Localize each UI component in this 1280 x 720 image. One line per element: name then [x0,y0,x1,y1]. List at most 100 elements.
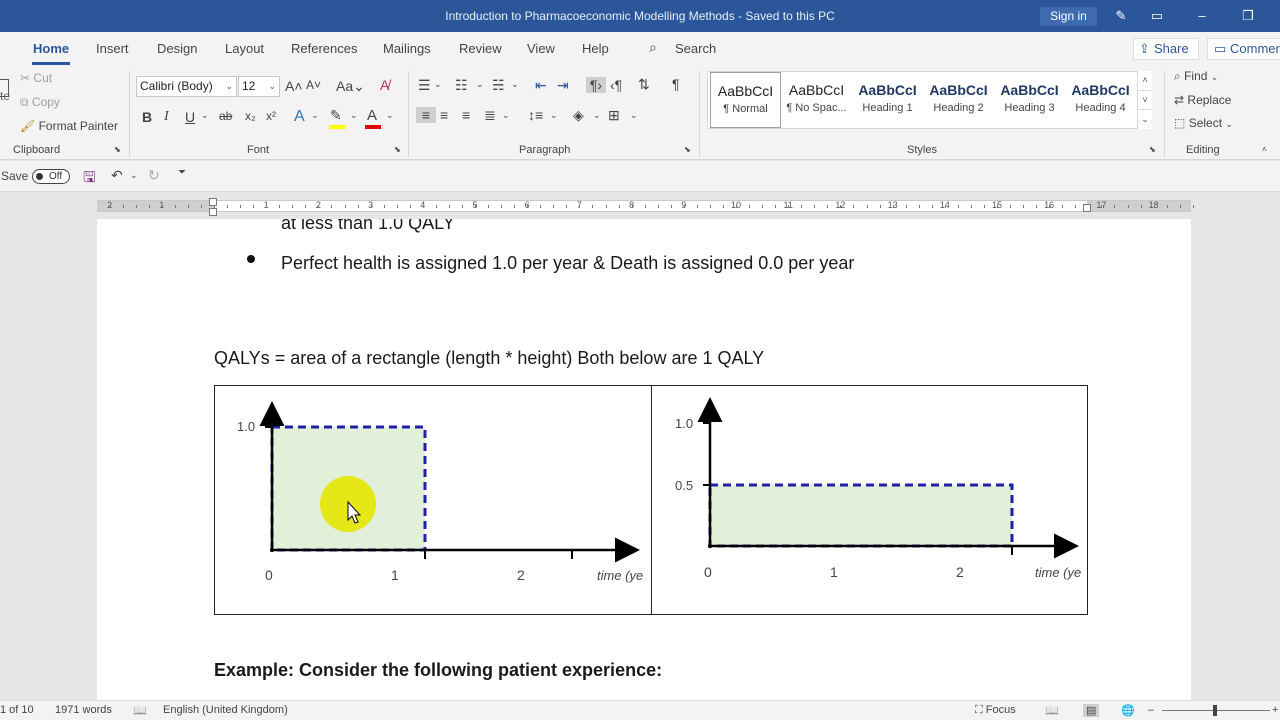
subscript-button[interactable]: x₂ [245,109,256,123]
italic-button[interactable]: I [164,109,169,125]
style-heading-4[interactable]: AaBbCcI Heading 4 [1065,72,1136,128]
customize-qat-icon[interactable]: ⏷ [178,167,186,178]
style-no-spacing[interactable]: AaBbCcI ¶ No Spac... [781,72,852,128]
underline-button[interactable]: U [185,109,195,125]
share-button[interactable]: ⇪ Share [1133,38,1199,60]
bold-button[interactable]: B [142,109,152,125]
zoom-in-icon[interactable]: + [1272,704,1278,716]
multilevel-list-icon[interactable]: ☵ [492,77,505,94]
format-painter-button[interactable]: 🖌 Format Painter [20,119,118,133]
decrease-indent-icon[interactable]: ⇤ [535,77,547,94]
chevron-down-icon[interactable]: ⌄ [476,79,484,90]
strikethrough-button[interactable]: ab [219,109,232,123]
language-indicator[interactable]: English (United Kingdom) [163,704,288,716]
search-box[interactable]: Search [675,41,716,56]
chevron-down-icon[interactable]: ⌄ [434,79,442,90]
minimize-icon[interactable]: – [1192,6,1212,26]
save-icon[interactable]: 🖫 [83,167,96,192]
chevron-down-icon[interactable]: ⌄ [502,110,510,121]
grow-font-icon[interactable]: A˄ [285,78,303,94]
styles-launcher-icon[interactable]: ⬊ [1149,145,1156,154]
qaly-figure-table[interactable]: 1.0 0 1 2 time (ye 1.0 0.5 0 1 2 time (y… [214,385,1088,615]
font-launcher-icon[interactable]: ⬊ [394,145,401,154]
tab-help[interactable]: Help [582,41,609,56]
replace-button[interactable]: ⇄ Replace [1174,93,1231,107]
show-formatting-icon[interactable]: ¶ [672,76,680,92]
comments-button[interactable]: ▭ Commer [1207,38,1280,60]
tab-references[interactable]: References [291,41,357,56]
select-button[interactable]: ⬚ Select ⌄ [1174,116,1233,130]
sort-icon[interactable]: ⇅ [638,76,650,93]
chevron-down-icon[interactable]: ⌄ [386,110,394,121]
style-normal[interactable]: AaBbCcI ¶ Normal [710,72,781,128]
line-spacing-icon[interactable]: ↕≡ [528,107,543,123]
chevron-down-icon[interactable]: ⌄ [511,79,519,90]
more-styles-icon[interactable]: ⌄ [1138,109,1152,127]
borders-icon[interactable]: ⊞ [608,107,620,124]
font-name-select[interactable]: Calibri (Body) ⌄ [136,76,237,97]
tab-mailings[interactable]: Mailings [383,41,431,56]
highlight-icon[interactable]: ✎ [330,107,342,124]
focus-button[interactable]: ⛶ Focus [975,704,1016,717]
tab-insert[interactable]: Insert [96,41,129,56]
hanging-indent-marker[interactable] [209,208,217,216]
align-left-button[interactable]: ≡ [416,107,436,123]
shading-icon[interactable]: ◈ [573,107,584,124]
chevron-down-icon[interactable]: ⌄ [593,110,601,121]
tab-review[interactable]: Review [459,41,502,56]
chevron-down-icon[interactable]: ⌄ [350,110,358,121]
ltr-text-icon[interactable]: ¶› [586,77,606,93]
tab-design[interactable]: Design [157,41,197,56]
coauthor-icon[interactable]: ✎ [1111,6,1131,26]
copy-button[interactable]: ⧉ Copy [20,95,60,110]
change-case-icon[interactable]: Aa⌄ [336,78,365,95]
justify-button[interactable]: ≣ [484,107,496,124]
restore-icon[interactable]: ❐ [1238,6,1258,26]
rtl-text-icon[interactable]: ‹¶ [610,77,622,93]
zoom-slider-thumb[interactable] [1213,705,1217,716]
text-effects-icon[interactable]: A [294,108,305,126]
styles-gallery-scroll[interactable]: ˄ ˅ ⌄ [1137,71,1152,129]
page-count[interactable]: 1 of 10 [0,704,34,716]
align-right-button[interactable]: ≡ [462,107,470,123]
paste-icon[interactable] [0,79,9,97]
tab-view[interactable]: View [527,41,555,56]
chevron-down-icon[interactable]: ˅ [1138,90,1152,109]
tab-layout[interactable]: Layout [225,41,264,56]
chevron-down-icon[interactable]: ⌄ [201,110,209,121]
zoom-out-icon[interactable]: – [1148,704,1154,716]
print-layout-icon[interactable]: ▤ [1083,704,1100,717]
ribbon-display-options-icon[interactable]: ▭ [1147,6,1167,26]
numbering-icon[interactable]: ☷ [455,77,468,94]
style-heading-1[interactable]: AaBbCcI Heading 1 [852,72,923,128]
style-heading-2[interactable]: AaBbCcI Heading 2 [923,72,994,128]
proofing-icon[interactable]: 📖 [133,704,147,717]
chevron-down-icon[interactable]: ⌄ [311,110,319,121]
align-center-button[interactable]: ≡ [440,107,448,123]
clear-formatting-icon[interactable]: A̸ [380,77,389,93]
read-mode-icon[interactable]: 📖 [1045,704,1059,717]
tab-home[interactable]: Home [33,41,69,56]
clipboard-launcher-icon[interactable]: ⬊ [114,145,121,154]
collapse-ribbon-icon[interactable]: ˄ [1262,145,1267,154]
superscript-button[interactable]: x² [266,109,276,123]
redo-icon[interactable]: ↻ [148,167,160,184]
paragraph-launcher-icon[interactable]: ⬊ [684,145,691,154]
chevron-down-icon[interactable]: ⌄ [630,110,638,121]
cut-button[interactable]: ✂ Cut [20,71,52,85]
document-page[interactable]: at less than 1.0 QALY Perfect health is … [97,219,1191,700]
find-button[interactable]: ⌕ Find ⌄ [1174,69,1218,84]
bullets-icon[interactable]: ☰ [418,77,431,94]
shrink-font-icon[interactable]: A˅ [306,78,321,92]
chevron-down-icon[interactable]: ⌄ [130,170,138,181]
increase-indent-icon[interactable]: ⇥ [557,77,569,94]
horizontal-ruler[interactable]: 21123456789101112131415161718 [97,198,1194,216]
sign-in-button[interactable]: Sign in [1040,7,1097,26]
autosave-toggle[interactable]: Off [32,169,70,184]
font-size-select[interactable]: 12 ⌄ [238,76,280,97]
web-layout-icon[interactable]: 🌐 [1121,704,1135,717]
search-icon[interactable]: ⌕ [649,39,657,56]
undo-icon[interactable]: ↶ [111,167,123,184]
chevron-up-icon[interactable]: ˄ [1138,71,1152,90]
style-heading-3[interactable]: AaBbCcI Heading 3 [994,72,1065,128]
